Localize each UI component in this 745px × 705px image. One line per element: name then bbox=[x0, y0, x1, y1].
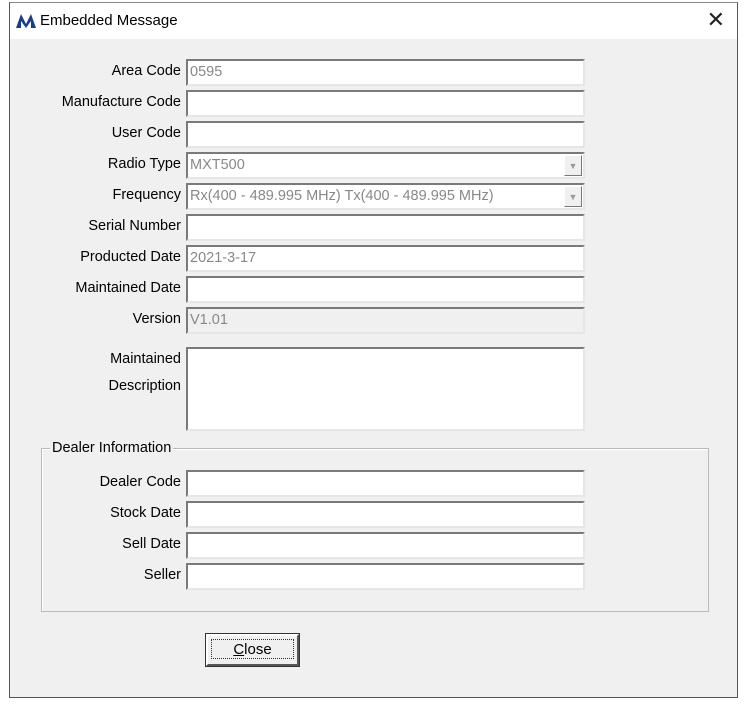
maintained-date-field[interactable] bbox=[186, 276, 585, 303]
close-mnemonic: C bbox=[233, 641, 245, 658]
label-user-code: User Code bbox=[111, 125, 181, 141]
window-title: Embedded Message bbox=[40, 12, 178, 29]
frequency-value: Rx(400 - 489.995 MHz) Tx(400 - 489.995 M… bbox=[190, 188, 494, 204]
label-description: Description bbox=[108, 378, 181, 394]
label-stock-date: Stock Date bbox=[110, 505, 181, 521]
label-seller: Seller bbox=[143, 567, 181, 583]
label-producted-date: Producted Date bbox=[80, 249, 181, 265]
label-serial-number: Serial Number bbox=[88, 218, 181, 234]
serial-number-field[interactable] bbox=[186, 214, 585, 241]
title-bar: Embedded Message ✕ bbox=[10, 3, 737, 39]
dialog-window: Embedded Message ✕ Area Code 0595 Manufa… bbox=[9, 2, 738, 698]
label-maintained: Maintained bbox=[110, 351, 181, 367]
stock-date-field[interactable] bbox=[186, 501, 585, 528]
dealer-information-title: Dealer Information bbox=[50, 440, 174, 456]
label-version: Version bbox=[132, 311, 181, 327]
close-label-rest: lose bbox=[244, 641, 272, 658]
version-field: V1.01 bbox=[186, 307, 585, 334]
label-area-code: Area Code bbox=[111, 63, 181, 79]
radio-type-value: MXT500 bbox=[190, 157, 245, 173]
app-logo-icon bbox=[16, 14, 36, 28]
frequency-select[interactable]: Rx(400 - 489.995 MHz) Tx(400 - 489.995 M… bbox=[186, 183, 585, 210]
label-sell-date: Sell Date bbox=[122, 536, 181, 552]
close-button[interactable]: Close bbox=[205, 633, 300, 667]
label-frequency: Frequency bbox=[112, 187, 181, 203]
producted-date-field[interactable]: 2021-3-17 bbox=[186, 245, 585, 272]
sell-date-field[interactable] bbox=[186, 532, 585, 559]
label-maintained-date: Maintained Date bbox=[75, 280, 181, 296]
label-dealer-code: Dealer Code bbox=[99, 474, 181, 490]
label-radio-type: Radio Type bbox=[107, 156, 181, 172]
chevron-down-icon[interactable]: ▼ bbox=[564, 186, 582, 207]
area-code-field[interactable]: 0595 bbox=[186, 59, 585, 86]
label-manufacture-code: Manufacture Code bbox=[61, 94, 181, 110]
close-icon[interactable]: ✕ bbox=[707, 7, 725, 33]
user-code-field[interactable] bbox=[186, 121, 585, 148]
seller-field[interactable] bbox=[186, 563, 585, 590]
maintained-description-textarea[interactable] bbox=[186, 347, 585, 431]
radio-type-select[interactable]: MXT500 ▼ bbox=[186, 152, 585, 179]
close-button-label: Close bbox=[211, 639, 294, 659]
chevron-down-icon[interactable]: ▼ bbox=[564, 155, 582, 176]
dealer-code-field[interactable] bbox=[186, 470, 585, 497]
manufacture-code-field[interactable] bbox=[186, 90, 585, 117]
